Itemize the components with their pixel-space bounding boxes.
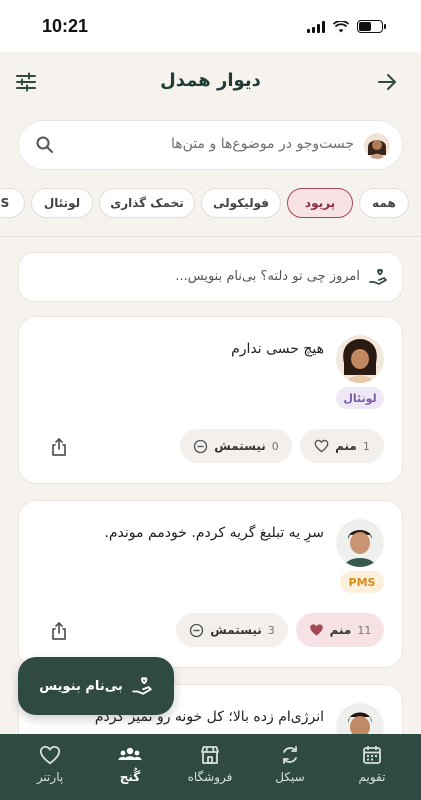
wifi-icon	[333, 20, 349, 32]
me-too-button[interactable]: منم 1	[300, 429, 384, 463]
phase-filter-chips: همه پریود فولیکولی تخمک گذاری لوتئال S	[0, 188, 421, 220]
me-too-count: 1	[362, 439, 370, 453]
fab-label: بی‌نام بنویس	[39, 678, 123, 694]
share-icon[interactable]	[49, 437, 69, 457]
page-title: دیوار همدل	[160, 70, 261, 91]
battery-icon	[357, 20, 386, 33]
cycle-icon	[283, 746, 297, 764]
tab-partner[interactable]: پارتنر	[15, 744, 85, 784]
search-placeholder: جست‌وجو در موضوع‌ها و متن‌ها	[171, 136, 354, 152]
compose-prompt: امروز چی تو دلته؟ بی‌نام بنویس...	[175, 269, 360, 284]
user-avatar[interactable]	[364, 133, 390, 159]
heart-icon	[39, 745, 61, 765]
post-text: هیچ حسی ندارم	[231, 341, 324, 357]
avatar	[336, 519, 384, 567]
tab-label: گُنج	[119, 770, 141, 784]
chip-pms[interactable]: S	[0, 188, 25, 218]
search-icon[interactable]	[35, 135, 55, 155]
post-text: سرِ یه تبلیغ گریه کردم. خودمم موندم.	[104, 525, 324, 541]
me-too-count: 11	[357, 623, 372, 637]
not-me-button[interactable]: نیستمش 0	[180, 429, 292, 463]
tab-label: تقویم	[358, 770, 386, 784]
tab-community[interactable]: گُنج	[95, 744, 165, 784]
tab-calendar[interactable]: تقویم	[337, 744, 407, 784]
search-input[interactable]: جست‌وجو در موضوع‌ها و متن‌ها	[18, 120, 403, 170]
tab-label: فروشگاه	[187, 770, 233, 784]
heart-icon	[314, 439, 329, 453]
write-anonymously-button[interactable]: بی‌نام بنویس	[18, 657, 174, 715]
me-too-button[interactable]: منم 11	[296, 613, 384, 647]
not-me-label: نیستمش	[210, 623, 262, 637]
share-icon[interactable]	[49, 621, 69, 641]
not-me-count: 3	[267, 623, 275, 637]
chip-follicular[interactable]: فولیکولی	[201, 188, 281, 218]
status-bar: 10:21	[0, 0, 421, 52]
not-me-label: نیستمش	[214, 439, 266, 453]
not-me-button[interactable]: نیستمش 3	[176, 613, 288, 647]
write-hand-icon	[369, 269, 387, 285]
chip-all[interactable]: همه	[359, 188, 409, 218]
minus-circle-icon	[190, 623, 204, 637]
signal-icon	[307, 20, 325, 33]
me-too-label: منم	[335, 439, 357, 453]
tab-label: سیکل	[275, 770, 305, 784]
community-icon	[118, 747, 142, 760]
chip-ovulation[interactable]: تخمک گذاری	[99, 188, 195, 218]
clock: 10:21	[42, 16, 89, 36]
divider	[0, 236, 421, 237]
status-icons	[307, 20, 386, 33]
minus-circle-icon	[194, 439, 208, 453]
bottom-tab-bar: تقویم سیکل فروشگاه گُنج پارتنر	[0, 734, 421, 800]
chip-period[interactable]: پریود	[287, 188, 353, 218]
avatar	[336, 335, 384, 383]
phase-tag: PMS	[340, 571, 384, 593]
tab-label: پارتنر	[36, 770, 64, 784]
tab-store[interactable]: فروشگاه	[175, 744, 245, 784]
post-card: هیچ حسی ندارم لوتئال منم 1 نیستمش 0	[18, 316, 403, 484]
post-card: سرِ یه تبلیغ گریه کردم. خودمم موندم. PMS…	[18, 500, 403, 668]
heart-filled-icon	[309, 624, 323, 636]
store-icon	[201, 746, 219, 764]
me-too-label: منم	[329, 623, 352, 637]
chip-luteal[interactable]: لوتئال	[31, 188, 93, 218]
app-header: دیوار همدل	[0, 52, 421, 114]
write-hand-icon	[131, 677, 152, 695]
not-me-count: 0	[271, 439, 279, 453]
tab-cycle[interactable]: سیکل	[255, 744, 325, 784]
calendar-icon	[363, 746, 381, 764]
arrow-right-icon[interactable]	[375, 70, 399, 94]
phase-tag: لوتئال	[336, 387, 384, 409]
compose-box[interactable]: امروز چی تو دلته؟ بی‌نام بنویس...	[18, 252, 403, 302]
